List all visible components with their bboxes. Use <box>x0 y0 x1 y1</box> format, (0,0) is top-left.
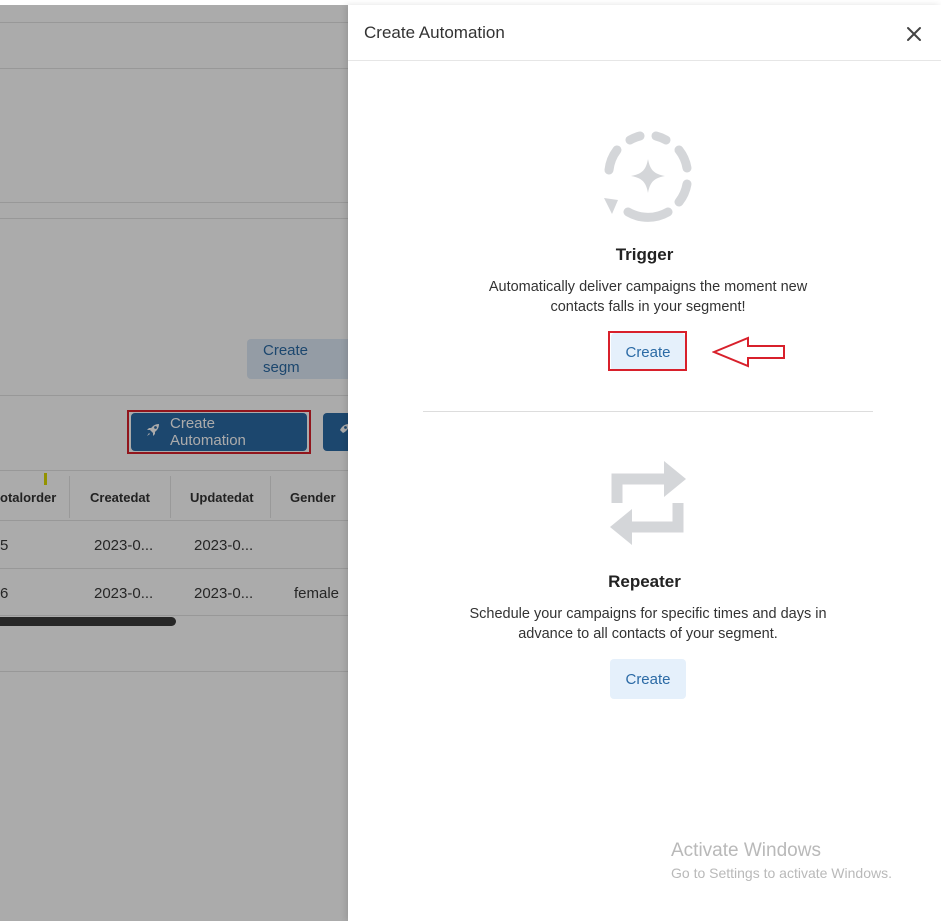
repeater-description-line: Schedule your campaigns for specific tim… <box>469 606 827 622</box>
trigger-description: Automatically deliver campaigns the mome… <box>448 277 848 317</box>
trigger-description-line: Automatically deliver campaigns the mome… <box>488 279 808 295</box>
highlight-box <box>608 331 687 371</box>
windows-watermark-title: Activate Windows <box>671 840 821 861</box>
trigger-sparkle-cycle-icon <box>600 128 696 224</box>
left-arrow-outline-icon <box>711 336 786 368</box>
create-automation-drawer: Create Automation Trigger Automatically … <box>348 5 941 921</box>
repeater-create-button[interactable]: Create <box>610 659 686 699</box>
repeater-description: Schedule your campaigns for specific tim… <box>443 604 853 644</box>
trigger-description-line: contacts falls in your segment! <box>550 299 746 315</box>
repeat-arrows-icon <box>610 461 686 545</box>
section-divider <box>423 411 873 412</box>
drawer-header: Create Automation <box>348 5 941 61</box>
windows-watermark-subtitle: Go to Settings to activate Windows. <box>671 865 892 881</box>
close-icon[interactable] <box>905 25 923 43</box>
repeater-create-label: Create <box>625 670 671 688</box>
repeater-description-line: advance to all contacts of your segment. <box>518 626 778 642</box>
repeater-title: Repeater <box>608 572 681 591</box>
drawer-title: Create Automation <box>364 23 505 42</box>
trigger-title: Trigger <box>615 245 674 264</box>
